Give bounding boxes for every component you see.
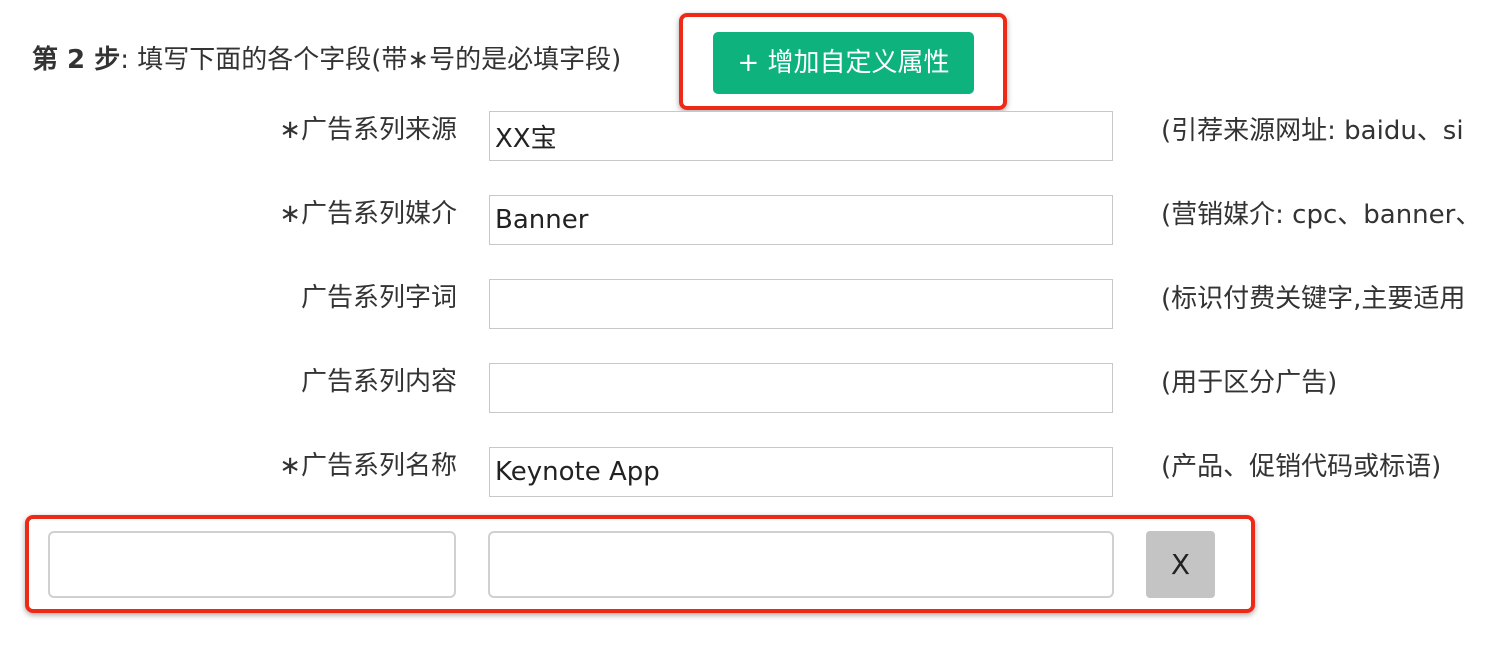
custom-attribute-name-input[interactable] <box>48 531 456 598</box>
source-input[interactable] <box>489 111 1113 161</box>
content-hint: (用于区分广告) <box>1161 368 1338 398</box>
remove-custom-attribute-button[interactable]: X <box>1146 531 1215 598</box>
medium-hint: (营销媒介: cpc、banner、 <box>1161 200 1482 230</box>
campaign-name-hint: (产品、促销代码或标语) <box>1161 452 1442 482</box>
add-custom-attribute-button[interactable]: + 增加自定义属性 <box>713 32 974 94</box>
term-hint: (标识付费关键字,主要适用 <box>1161 284 1466 314</box>
medium-input[interactable] <box>489 195 1113 245</box>
field-label-medium: ∗广告系列媒介 <box>279 199 457 229</box>
field-label-content: 广告系列内容 <box>300 367 457 397</box>
source-hint: (引荐来源网址: baidu、si <box>1161 116 1464 146</box>
field-label-source: ∗广告系列来源 <box>279 115 457 145</box>
content-input[interactable] <box>489 363 1113 413</box>
step-instruction-text: : 填写下面的各个字段(带∗号的是必填字段) <box>120 45 622 75</box>
step-label: 第 2 步 <box>32 45 121 75</box>
field-label-name: ∗广告系列名称 <box>279 451 457 481</box>
field-label-term: 广告系列字词 <box>300 283 457 313</box>
custom-attribute-value-input[interactable] <box>488 531 1114 598</box>
campaign-name-input[interactable] <box>489 447 1113 497</box>
term-input[interactable] <box>489 279 1113 329</box>
step-instruction: 第 2 步: 填写下面的各个字段(带∗号的是必填字段) <box>32 42 621 78</box>
